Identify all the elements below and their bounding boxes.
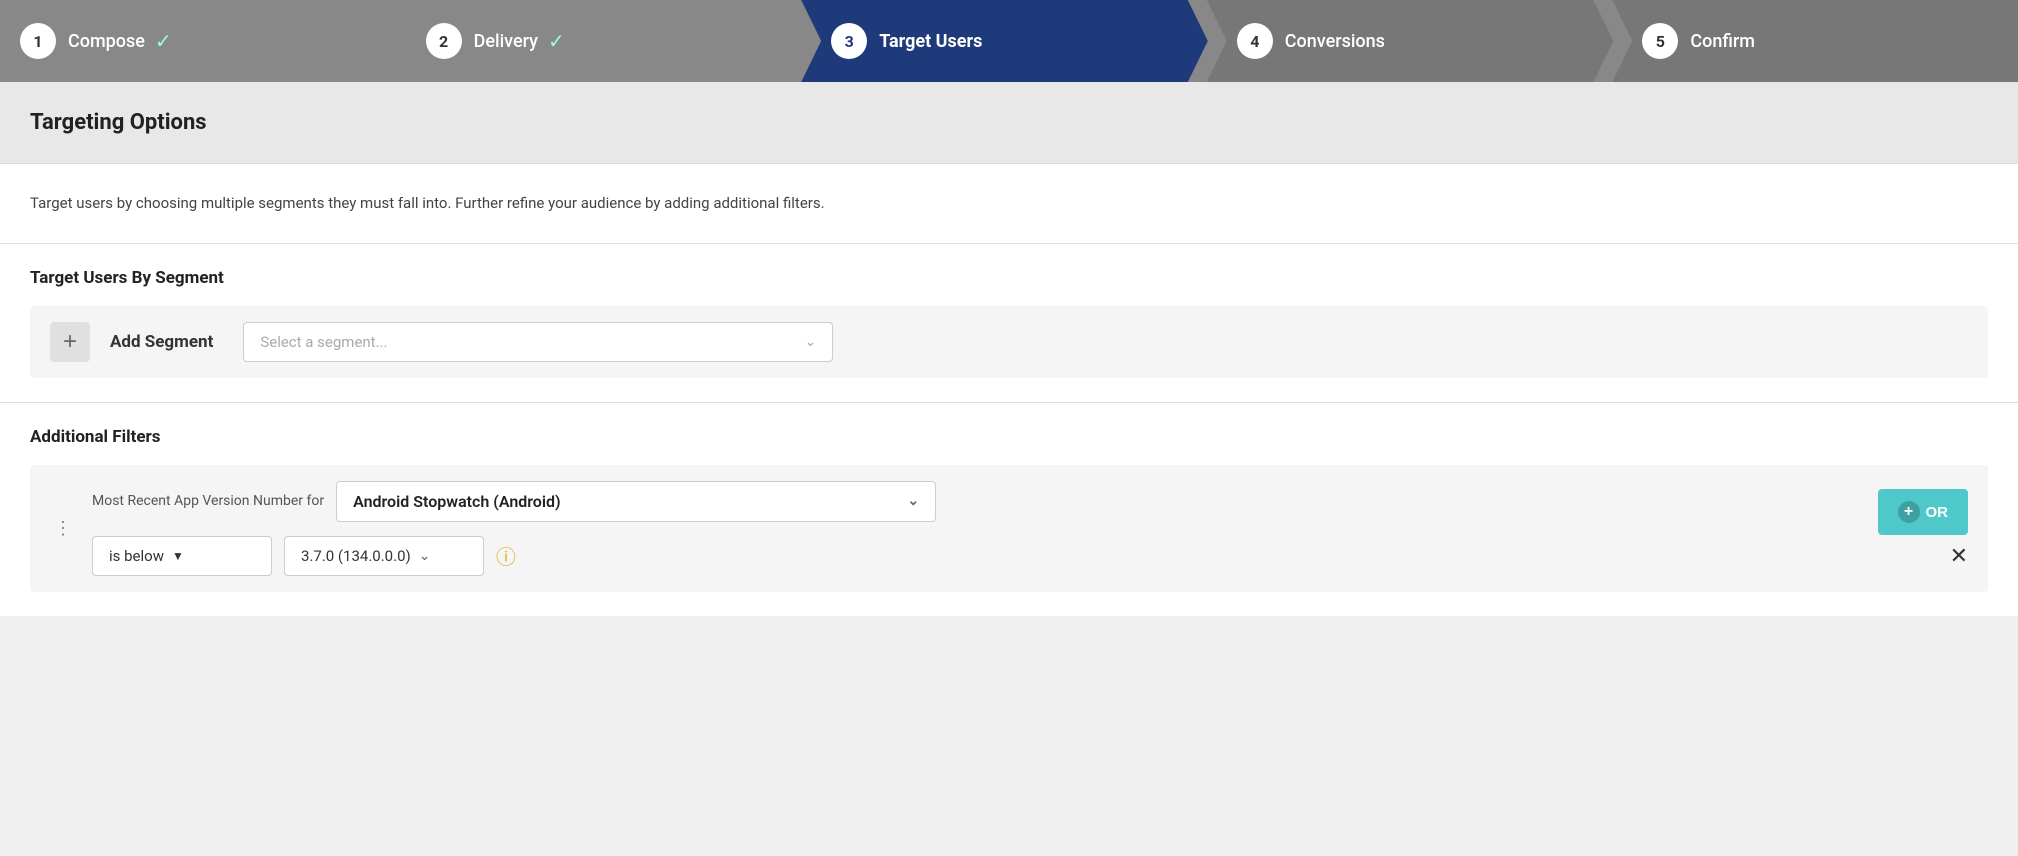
- description-text: Target users by choosing multiple segmen…: [30, 192, 1988, 215]
- drag-handle[interactable]: ⋮: [50, 514, 76, 543]
- condition-select-dropdown[interactable]: is below ▼: [92, 536, 272, 576]
- step-number-5: 5: [1642, 23, 1678, 59]
- step-label-2: Delivery: [474, 31, 538, 52]
- step-number-1: 1: [20, 23, 56, 59]
- wizard-step-3[interactable]: 3 Target Users: [801, 0, 1208, 82]
- or-button-label: OR: [1926, 504, 1949, 521]
- wizard-step-4[interactable]: 4 Conversions: [1207, 0, 1614, 82]
- add-segment-plus-button[interactable]: +: [50, 322, 90, 362]
- filter-content: Most Recent App Version Number for Andro…: [92, 481, 1862, 576]
- condition-arrow-icon: ▼: [172, 549, 184, 563]
- section-title: Targeting Options: [30, 110, 1988, 135]
- step-label-5: Confirm: [1690, 31, 1755, 52]
- info-icon[interactable]: ⓘ: [496, 541, 516, 570]
- step-label-4: Conversions: [1285, 31, 1385, 52]
- app-select-dropdown[interactable]: Android Stopwatch (Android) ⌄: [336, 481, 936, 522]
- chevron-down-icon: ⌄: [805, 334, 817, 350]
- remove-filter-button[interactable]: ✕: [1950, 545, 1968, 567]
- segment-select-placeholder: Select a segment...: [260, 333, 387, 351]
- condition-select-value: is below: [109, 547, 164, 565]
- step-number-4: 4: [1237, 23, 1273, 59]
- segment-section: Target Users By Segment + Add Segment Se…: [0, 244, 2018, 403]
- step-label-1: Compose: [68, 31, 145, 52]
- add-segment-label: Add Segment: [110, 332, 213, 352]
- filter-prefix-label: Most Recent App Version Number for: [92, 493, 324, 509]
- filter-row-bottom: is below ▼ 3.7.0 (134.0.0.0) ⌄ ⓘ: [92, 536, 1862, 576]
- step-label-3: Target Users: [879, 31, 982, 52]
- close-icon: ✕: [1950, 543, 1968, 568]
- version-select-dropdown[interactable]: 3.7.0 (134.0.0.0) ⌄: [284, 536, 484, 576]
- filter-row-top: Most Recent App Version Number for Andro…: [92, 481, 1862, 522]
- wizard-step-1[interactable]: 1 Compose ✓: [0, 0, 397, 82]
- or-button[interactable]: + OR: [1878, 489, 1969, 535]
- wizard-bar: 1 Compose ✓ 2 Delivery ✓ 3 Target Users …: [0, 0, 2018, 82]
- app-chevron-down-icon: ⌄: [907, 493, 919, 509]
- version-select-value: 3.7.0 (134.0.0.0): [301, 547, 411, 565]
- segment-select-dropdown[interactable]: Select a segment... ⌄: [243, 322, 833, 362]
- add-segment-row: + Add Segment Select a segment... ⌄: [30, 306, 1988, 378]
- main-content: Targeting Options Target users by choosi…: [0, 82, 2018, 616]
- app-select-value: Android Stopwatch (Android): [353, 492, 561, 511]
- wizard-step-5[interactable]: 5 Confirm: [1612, 0, 2018, 82]
- description-block: Target users by choosing multiple segmen…: [0, 164, 2018, 244]
- step-number-3: 3: [831, 23, 867, 59]
- filter-actions: + OR ✕: [1878, 489, 1969, 567]
- or-plus-icon: +: [1898, 501, 1920, 523]
- version-chevron-down-icon: ⌄: [419, 548, 431, 564]
- filters-section: Additional Filters ⋮ Most Recent App Ver…: [0, 403, 2018, 616]
- filters-section-title: Additional Filters: [30, 427, 1988, 447]
- step-number-2: 2: [426, 23, 462, 59]
- section-header: Targeting Options: [0, 82, 2018, 164]
- filter-row-container: ⋮ Most Recent App Version Number for And…: [30, 465, 1988, 592]
- wizard-step-2[interactable]: 2 Delivery ✓: [396, 0, 803, 82]
- step-check-2: ✓: [548, 29, 565, 53]
- step-check-1: ✓: [155, 29, 172, 53]
- segment-section-title: Target Users By Segment: [30, 268, 1988, 288]
